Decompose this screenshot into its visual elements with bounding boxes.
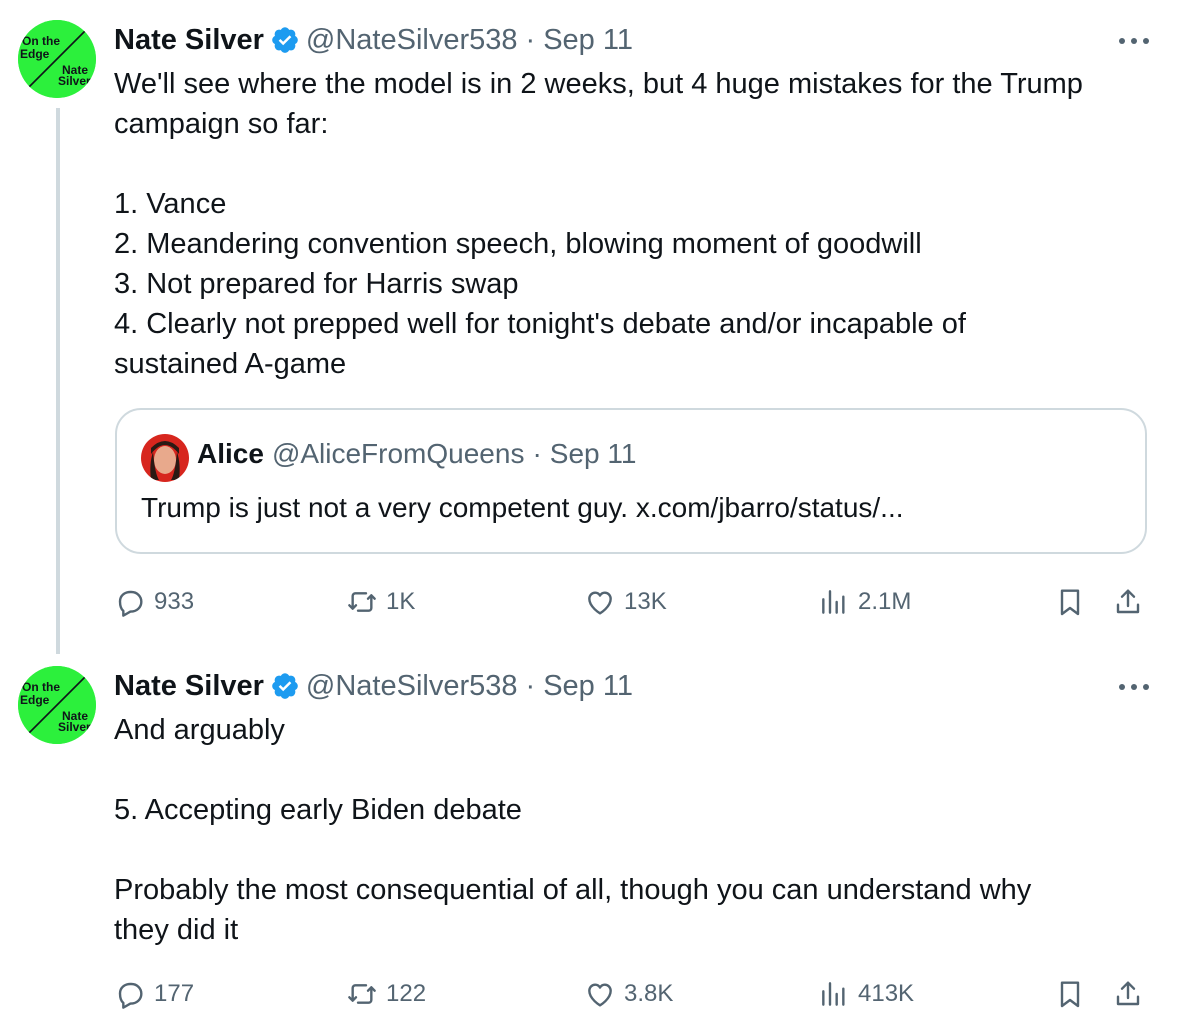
views-count: 2.1M xyxy=(858,588,912,615)
like-button[interactable]: 3.8K xyxy=(584,974,673,1014)
tweet-text: We'll see where the model is in 2 weeks,… xyxy=(114,68,1083,380)
separator-dot: · xyxy=(525,23,536,56)
tweet-date[interactable]: Sep 11 xyxy=(543,24,633,57)
bookmark-button[interactable] xyxy=(1054,974,1086,1014)
author-name[interactable]: Nate Silver xyxy=(114,24,264,57)
quote-author-handle[interactable]: @AliceFromQueens xyxy=(272,438,525,470)
views-count: 413K xyxy=(858,980,915,1007)
avatar[interactable]: On the Edge Nate Silver xyxy=(18,666,96,744)
like-button[interactable]: 13K xyxy=(584,582,667,622)
like-icon xyxy=(588,591,612,615)
quote-text: Trump is just not a very competent guy. … xyxy=(141,492,904,523)
verified-badge-icon[interactable] xyxy=(270,671,300,701)
share-button[interactable] xyxy=(1112,974,1144,1014)
quote-header: Alice @AliceFromQueens · Sep 11 xyxy=(197,438,636,470)
more-options-icon[interactable] xyxy=(1114,26,1154,56)
tweet-actions: 177 122 3.8K 413K xyxy=(114,974,1154,1014)
reply-button[interactable]: 933 xyxy=(114,582,194,622)
bookmark-icon xyxy=(1060,981,1080,1008)
repost-count: 1K xyxy=(386,588,416,615)
more-options-icon[interactable] xyxy=(1114,672,1154,702)
reply-icon xyxy=(118,590,143,617)
verified-badge-icon[interactable] xyxy=(270,25,300,55)
thread-connector-line xyxy=(56,108,60,654)
author-name[interactable]: Nate Silver xyxy=(114,670,264,703)
quote-avatar[interactable] xyxy=(141,434,189,482)
reply-icon xyxy=(118,982,143,1009)
quoted-tweet[interactable]: Alice @AliceFromQueens · Sep 11 Trump is… xyxy=(115,408,1147,554)
reply-count: 933 xyxy=(154,588,195,615)
views-button[interactable]: 2.1M xyxy=(818,582,911,622)
repost-icon xyxy=(348,984,376,1004)
repost-icon xyxy=(348,592,376,612)
bookmark-icon xyxy=(1060,589,1080,616)
like-count: 13K xyxy=(624,588,667,615)
share-button[interactable] xyxy=(1112,582,1144,622)
share-icon xyxy=(1116,589,1140,614)
reply-button[interactable]: 177 xyxy=(114,974,194,1014)
tweet-text: And arguably 5. Accepting early Biden de… xyxy=(114,714,1032,946)
tweet-header: Nate Silver @NateSilver538 · Sep 11 xyxy=(114,666,633,706)
separator-dot: · xyxy=(532,438,542,469)
author-handle[interactable]: @NateSilver538 xyxy=(306,24,518,57)
svg-text:Edge: Edge xyxy=(20,47,50,61)
share-icon xyxy=(1116,981,1140,1006)
tweet-header: Nate Silver @NateSilver538 · Sep 11 xyxy=(114,20,633,60)
quote-date[interactable]: Sep 11 xyxy=(550,438,637,470)
views-icon xyxy=(822,982,845,1006)
svg-text:On the: On the xyxy=(22,34,60,48)
bookmark-button[interactable] xyxy=(1054,582,1086,622)
repost-button[interactable]: 1K xyxy=(346,582,415,622)
svg-text:Silver: Silver xyxy=(58,720,91,734)
views-button[interactable]: 413K xyxy=(818,974,914,1014)
quote-author-name[interactable]: Alice xyxy=(197,438,264,470)
repost-count: 122 xyxy=(386,980,427,1007)
svg-text:On the: On the xyxy=(22,680,60,694)
separator-dot: · xyxy=(525,669,536,702)
like-icon xyxy=(588,983,612,1007)
svg-text:Edge: Edge xyxy=(20,693,50,707)
avatar[interactable]: On the Edge Nate Silver xyxy=(18,20,96,98)
views-icon xyxy=(822,590,845,614)
tweet-date[interactable]: Sep 11 xyxy=(543,670,633,703)
reply-count: 177 xyxy=(154,980,195,1007)
tweet-actions: 933 1K 13K 2.1M xyxy=(114,582,1154,622)
like-count: 3.8K xyxy=(624,980,674,1007)
author-handle[interactable]: @NateSilver538 xyxy=(306,670,518,703)
repost-button[interactable]: 122 xyxy=(346,974,426,1014)
svg-text:Silver: Silver xyxy=(58,74,91,88)
